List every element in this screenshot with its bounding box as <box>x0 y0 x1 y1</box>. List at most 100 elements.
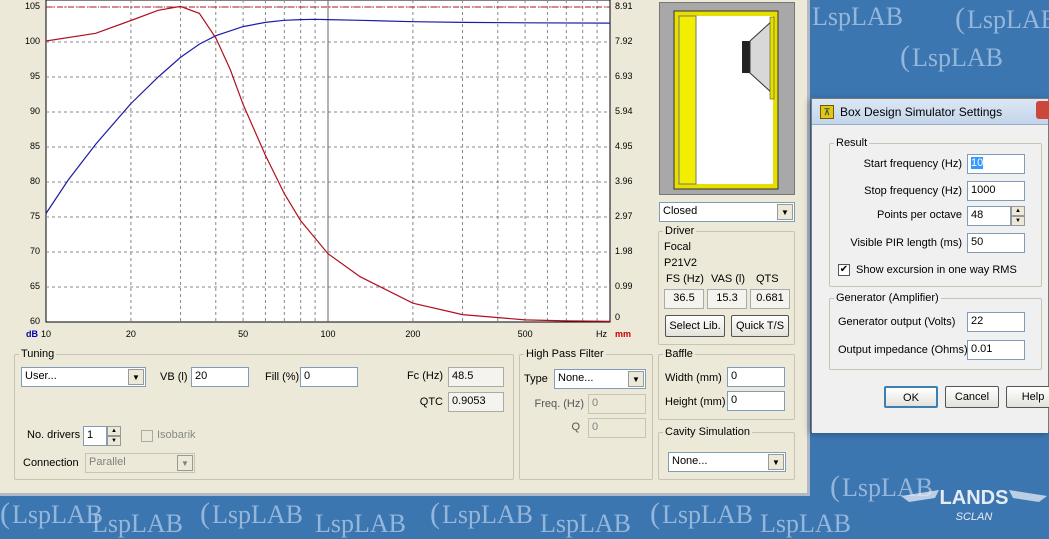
watermark: LspLAB <box>92 509 183 538</box>
box-type-select[interactable]: Closed ▼ <box>659 202 795 222</box>
baffle-height-label: Height (mm) <box>665 396 726 408</box>
y-right-tick-label: 7.92 <box>615 35 633 46</box>
svg-text:SCLAN: SCLAN <box>956 511 993 523</box>
y-right-tick-label: 8.91 <box>615 0 633 11</box>
vb-input[interactable]: 20 <box>191 367 249 387</box>
ok-button[interactable]: OK <box>884 386 938 408</box>
close-icon[interactable] <box>1036 101 1049 119</box>
y-right-tick-label: 0 <box>615 312 621 322</box>
watermark: LspLAB <box>760 509 851 538</box>
watermark: LspLAB <box>540 509 631 538</box>
hpf-freq-input[interactable]: 0 <box>588 394 646 414</box>
y-left-tick-label: 100 <box>24 36 40 46</box>
watermark: (LspLAB <box>900 40 1003 73</box>
dialog-body: Result Start frequency (Hz) 10 Stop freq… <box>812 125 1049 433</box>
app-icon: ⊼ <box>820 105 834 119</box>
y-left-tick-label: 65 <box>29 281 40 291</box>
pir-length-input[interactable]: 50 <box>967 233 1025 253</box>
drivers-spinner[interactable]: ▲ ▼ <box>107 426 121 446</box>
connection-select[interactable]: Parallel ▼ <box>85 453 195 473</box>
output-impedance-input[interactable]: 0.01 <box>967 340 1025 360</box>
y-left-tick-label: 105 <box>24 1 40 11</box>
qts-value: 0.681 <box>750 289 790 309</box>
y-left-tick-label: 90 <box>29 106 40 116</box>
x-tick-label: 50 <box>238 329 249 339</box>
cavity-select[interactable]: None... ▼ <box>668 452 786 472</box>
drivers-input[interactable]: 1 <box>83 426 107 446</box>
quick-ts-button[interactable]: Quick T/S <box>731 315 789 337</box>
driver-legend: Driver <box>665 225 695 237</box>
dialog-title: Box Design Simulator Settings <box>840 105 1003 119</box>
connection-label: Connection <box>23 457 79 469</box>
y-right-tick-label: 5.94 <box>615 105 633 116</box>
drivers-label: No. drivers <box>27 429 81 441</box>
y-left-tick-label: 75 <box>29 211 40 221</box>
select-lib-button[interactable]: Select Lib. <box>665 315 725 337</box>
y-right-tick-label: 2.97 <box>615 210 633 221</box>
fc-value: 48.5 <box>448 367 504 387</box>
pir-length-label: Visible PIR length (ms) <box>850 237 962 249</box>
isobarik-checkbox[interactable] <box>141 430 153 442</box>
driver-model: P21V2 <box>664 257 698 269</box>
watermark: LspLAB <box>812 2 903 31</box>
result-legend: Result <box>836 137 868 149</box>
y-right-tick-label: 1.98 <box>615 245 633 256</box>
settings-dialog: ⊼ Box Design Simulator Settings Result S… <box>811 98 1049 433</box>
help-button[interactable]: Help <box>1006 386 1049 408</box>
baffle-height-input[interactable]: 0 <box>727 391 785 411</box>
watermark: (LspLAB <box>0 497 103 530</box>
isobarik-label: Isobarik <box>157 429 196 441</box>
tuning-preset-select[interactable]: User... ▼ <box>21 367 146 387</box>
cancel-button[interactable]: Cancel <box>945 386 999 408</box>
hpf-type-select[interactable]: None... ▼ <box>554 369 646 389</box>
hpf-group: High Pass Filter <box>519 348 653 480</box>
stop-frequency-input[interactable]: 1000 <box>967 181 1025 201</box>
enclosure-preview <box>659 2 795 195</box>
vb-label: VB (l) <box>160 371 188 383</box>
watermark: LspLAB <box>315 509 406 538</box>
x-tick-label: 200 <box>405 329 421 339</box>
baffle-width-input[interactable]: 0 <box>727 367 785 387</box>
fill-input[interactable]: 0 <box>300 367 358 387</box>
driver-brand: Focal <box>664 241 691 253</box>
hpf-q-label: Q <box>571 421 580 433</box>
generator-output-label: Generator output (Volts) <box>838 316 956 328</box>
generator-output-input[interactable]: 22 <box>967 312 1025 332</box>
response-plot <box>45 0 611 323</box>
stop-frequency-label: Stop frequency (Hz) <box>864 185 962 197</box>
generator-legend: Generator (Amplifier) <box>836 292 939 304</box>
qtc-label: QTC <box>419 396 443 408</box>
box-design-window: 105 100 95 90 85 80 75 70 65 60 8.91 7.92 6.93 5.94 4.… <box>0 0 810 496</box>
show-excursion-checkbox[interactable]: ✔ <box>838 264 850 276</box>
start-frequency-input[interactable]: 10 <box>967 154 1025 174</box>
closed-box-drawing <box>673 10 779 190</box>
y-left-tick-label: 70 <box>29 246 40 256</box>
watermark: (LspLAB <box>430 497 533 530</box>
vas-value: 15.3 <box>707 289 747 309</box>
fill-label: Fill (%) <box>265 371 300 383</box>
y-left-tick-label: 60 <box>29 316 40 326</box>
y-right-tick-label: 6.93 <box>615 70 633 81</box>
tuning-legend: Tuning <box>21 348 55 360</box>
fs-value: 36.5 <box>664 289 704 309</box>
y-right-tick-label: 0.99 <box>615 280 633 291</box>
x-unit: Hz <box>596 329 607 339</box>
points-per-octave-spinner[interactable]: ▲ ▼ <box>1011 206 1025 226</box>
y-right-tick-label: 4.95 <box>615 140 633 151</box>
x-tick-label: 10 <box>40 329 52 339</box>
y-left-tick-label: 95 <box>29 71 40 81</box>
points-per-octave-input[interactable]: 48 <box>967 206 1011 226</box>
svg-text:LANDS: LANDS <box>940 487 1009 509</box>
cavity-legend: Cavity Simulation <box>665 426 750 438</box>
baffle-legend: Baffle <box>665 348 693 360</box>
y-right-tick-label: 3.96 <box>615 175 633 186</box>
qts-label: QTS <box>756 273 779 285</box>
dialog-titlebar[interactable]: ⊼ Box Design Simulator Settings <box>812 99 1049 125</box>
watermark: (LspLAB <box>200 497 303 530</box>
points-per-octave-label: Points per octave <box>877 209 962 221</box>
baffle-width-label: Width (mm) <box>665 372 722 384</box>
watermark: (LspLAB <box>955 2 1049 35</box>
lands-logo: LANDS SCLAN <box>901 487 1047 523</box>
hpf-q-input[interactable]: 0 <box>588 418 646 438</box>
hpf-type-label: Type <box>524 373 548 385</box>
